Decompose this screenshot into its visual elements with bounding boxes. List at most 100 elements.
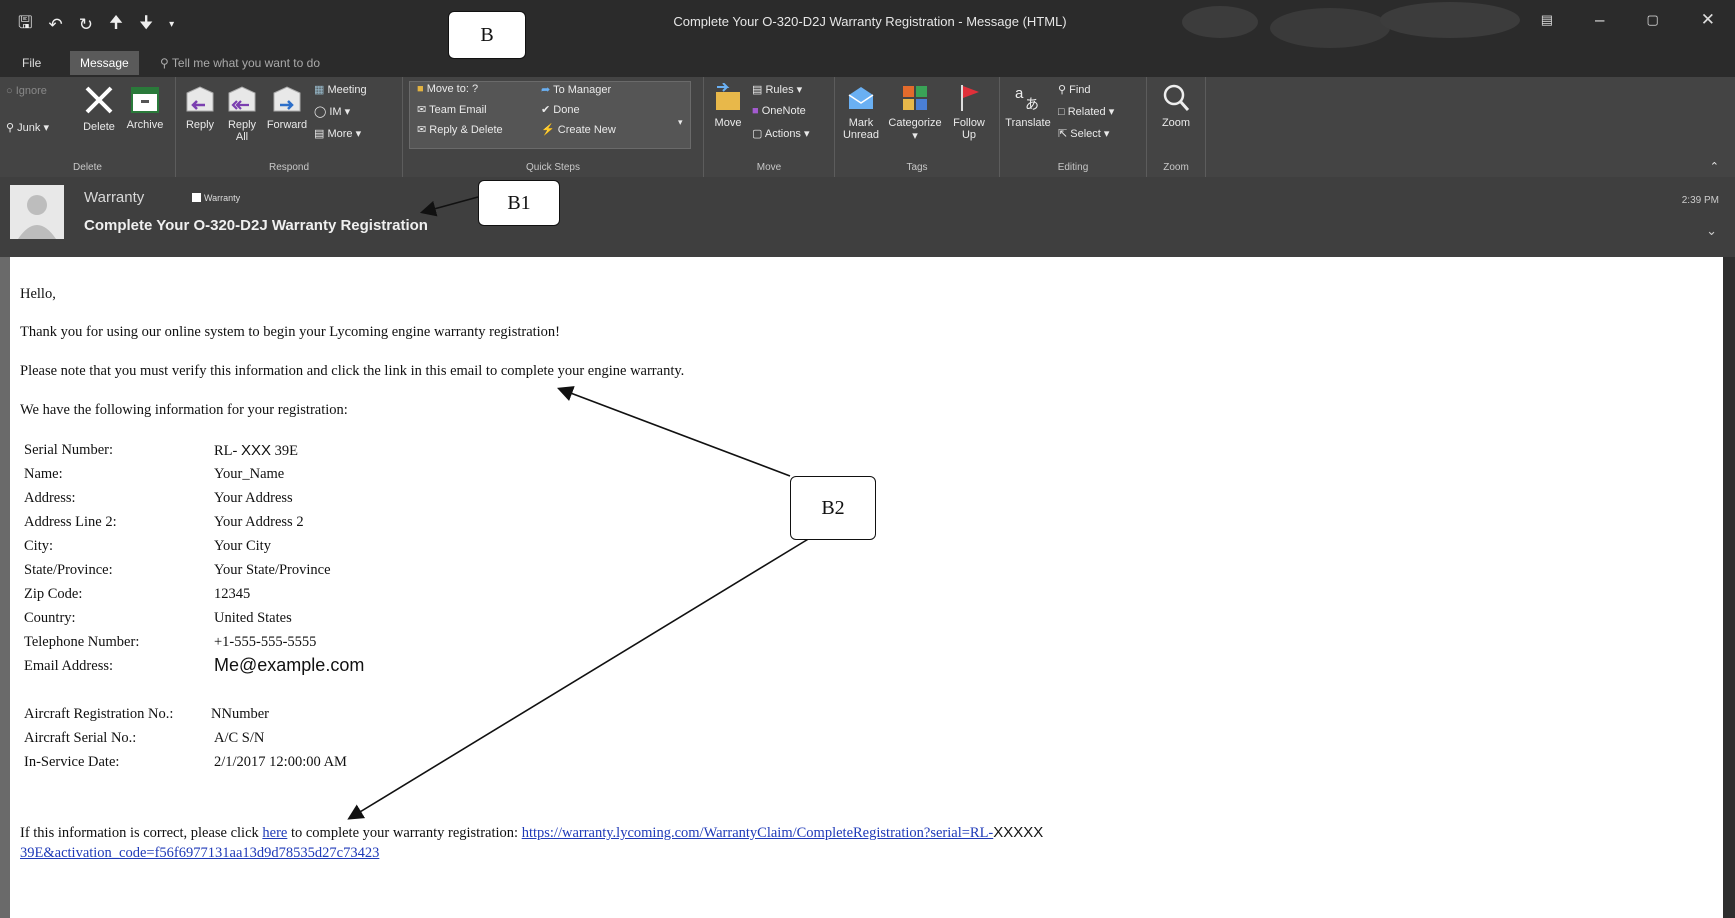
verify-line: Please note that you must verify this in… <box>20 363 685 379</box>
move-group: Move ▤ Rules ▾ ■ OneNote ▢ Actions ▾ Mov… <box>704 77 835 177</box>
info-value: Your State/Province <box>214 562 331 578</box>
person-icon <box>18 195 56 239</box>
quick-steps-group-label: Quick Steps <box>526 162 580 173</box>
here-link[interactable]: here <box>262 825 287 841</box>
info-value: Your Address <box>214 490 293 506</box>
archive-icon <box>131 87 159 113</box>
ignore-button[interactable]: ○ Ignore <box>6 85 47 97</box>
zoom-button[interactable]: Zoom <box>1153 83 1199 129</box>
reply-delete-step[interactable]: ✉ Reply & Delete <box>417 123 503 136</box>
rules-button[interactable]: ▤ Rules ▾ <box>752 83 802 96</box>
up-arrow-icon[interactable]: 🠉 <box>109 10 123 39</box>
collapse-ribbon-icon[interactable]: ⌃ <box>1710 160 1719 173</box>
serial-suffix: 39E <box>274 443 298 459</box>
editing-group: a あ Translate ⚲ Find □ Related ▾ ⇱ Selec… <box>1000 77 1147 177</box>
tab-message[interactable]: Message <box>70 51 139 75</box>
reply-icon <box>186 86 214 112</box>
forward-arrow-icon: ➦ <box>541 84 551 96</box>
zoom-label: Zoom <box>1161 117 1191 129</box>
maximize-icon[interactable]: ▢ <box>1646 12 1658 28</box>
find-button[interactable]: ⚲ Find <box>1058 83 1091 96</box>
scrollbar[interactable] <box>1723 257 1735 918</box>
checkmark-icon: ✔ <box>541 104 551 116</box>
category-color-icon <box>192 193 201 202</box>
im-icon: ◯ <box>314 106 327 118</box>
save-icon[interactable]: 🖫 <box>18 10 32 39</box>
info-value: Me@example.com <box>214 655 365 675</box>
category-tag[interactable]: Warranty <box>192 193 240 203</box>
archive-label: Archive <box>126 119 164 131</box>
team-email-step[interactable]: ✉ Team Email <box>417 103 487 116</box>
tell-me-search[interactable]: ⚲ Tell me what you want to do <box>160 56 320 70</box>
team-email-label: Team Email <box>429 104 487 116</box>
reply-button[interactable]: Reply <box>180 85 220 131</box>
select-button[interactable]: ⇱ Select ▾ <box>1058 127 1109 140</box>
forward-icon <box>273 86 301 112</box>
close-icon[interactable]: ✕ <box>1701 10 1715 30</box>
create-new-step[interactable]: ⚡ Create New <box>541 123 616 136</box>
zoom-group-label: Zoom <box>1163 162 1189 173</box>
info-value: Your Address 2 <box>214 514 304 530</box>
categorize-button[interactable]: Categorize ▾ <box>885 83 945 142</box>
sender-name[interactable]: Warranty <box>84 189 144 206</box>
down-arrow-icon[interactable]: 🠋 <box>139 10 153 39</box>
tab-file[interactable]: File <box>14 53 49 73</box>
quick-steps-more-icon[interactable]: ▾ <box>678 117 683 128</box>
chevron-down-icon: ▾ <box>1103 128 1110 140</box>
reply-delete-icon: ✉ <box>417 124 427 136</box>
follow-up-button[interactable]: Follow Up <box>947 83 991 141</box>
translate-button[interactable]: a あ Translate <box>1002 83 1054 129</box>
chevron-down-icon: ▾ <box>804 128 810 140</box>
info-label: Aircraft Serial No.: <box>24 730 137 746</box>
info-value: 12345 <box>214 586 251 602</box>
more-button[interactable]: ▤ More ▾ <box>314 127 361 140</box>
info-value: +1-555-555-5555 <box>214 634 317 650</box>
move-button[interactable]: Move <box>708 83 748 129</box>
mark-unread-button[interactable]: Mark Unread <box>839 83 883 141</box>
restore-ribbon-icon[interactable]: ▤ <box>1541 12 1553 28</box>
archive-button[interactable]: Archive <box>122 83 168 131</box>
junk-button[interactable]: ⚲ Junk ▾ <box>6 121 49 134</box>
url-redacted: XXXXX <box>993 824 1044 841</box>
move-to-label: Move to: ? <box>426 83 479 95</box>
chevron-down-icon: ▾ <box>355 128 362 140</box>
mark-unread-label-1: Mark <box>848 117 874 129</box>
closing-pre: If this information is correct, please c… <box>20 825 259 841</box>
avatar <box>10 185 64 239</box>
delete-button[interactable]: Delete <box>78 83 120 133</box>
move-to-step[interactable]: ■ Move to: ? <box>417 83 478 95</box>
redo-icon[interactable]: ↻ <box>79 15 93 35</box>
greeting: Hello, <box>20 286 56 302</box>
zoom-group: Zoom Zoom <box>1147 77 1206 177</box>
info-label: In-Service Date: <box>24 754 120 770</box>
registration-url-link[interactable]: https://warranty.lycoming.com/WarrantyCl… <box>522 825 994 841</box>
onenote-icon: ■ <box>752 105 759 117</box>
actions-button[interactable]: ▢ Actions ▾ <box>752 127 810 140</box>
mark-unread-label-2: Unread <box>842 129 880 141</box>
meeting-button[interactable]: ▦ Meeting <box>314 83 367 96</box>
more-icon: ▤ <box>314 128 325 140</box>
chevron-down-icon[interactable]: ⌄ <box>1706 223 1717 239</box>
forward-button[interactable]: Forward <box>264 85 310 131</box>
ribbon-tabs: File Message ⚲ Tell me what you want to … <box>0 49 1735 77</box>
reply-all-label-2: All <box>235 131 249 143</box>
to-manager-step[interactable]: ➦ To Manager <box>541 83 611 96</box>
delete-label: Delete <box>83 121 115 133</box>
ignore-icon: ○ <box>6 85 13 97</box>
related-button[interactable]: □ Related ▾ <box>1058 105 1114 118</box>
registration-url-link-cont[interactable]: 39E&activation_code=f56f6977131aa13d9d78… <box>20 845 379 861</box>
im-button[interactable]: ◯ IM ▾ <box>314 105 350 118</box>
window-title: Complete Your O-320-D2J Warranty Registr… <box>673 14 1067 29</box>
reply-all-button[interactable]: Reply All <box>222 85 262 143</box>
undo-icon[interactable]: ↶ <box>48 15 62 35</box>
delete-group-label: Delete <box>73 162 102 173</box>
message-time: 2:39 PM <box>1681 195 1719 206</box>
customize-icon[interactable]: ▾ <box>169 19 174 30</box>
envelope-icon: ✉ <box>417 104 427 116</box>
onenote-button[interactable]: ■ OneNote <box>752 105 806 117</box>
info-label: Country: <box>24 610 76 626</box>
select-label: Select <box>1070 128 1101 140</box>
minimize-icon[interactable]: – <box>1595 10 1604 30</box>
done-step[interactable]: ✔ Done <box>541 103 580 116</box>
rules-label: Rules <box>765 84 794 96</box>
